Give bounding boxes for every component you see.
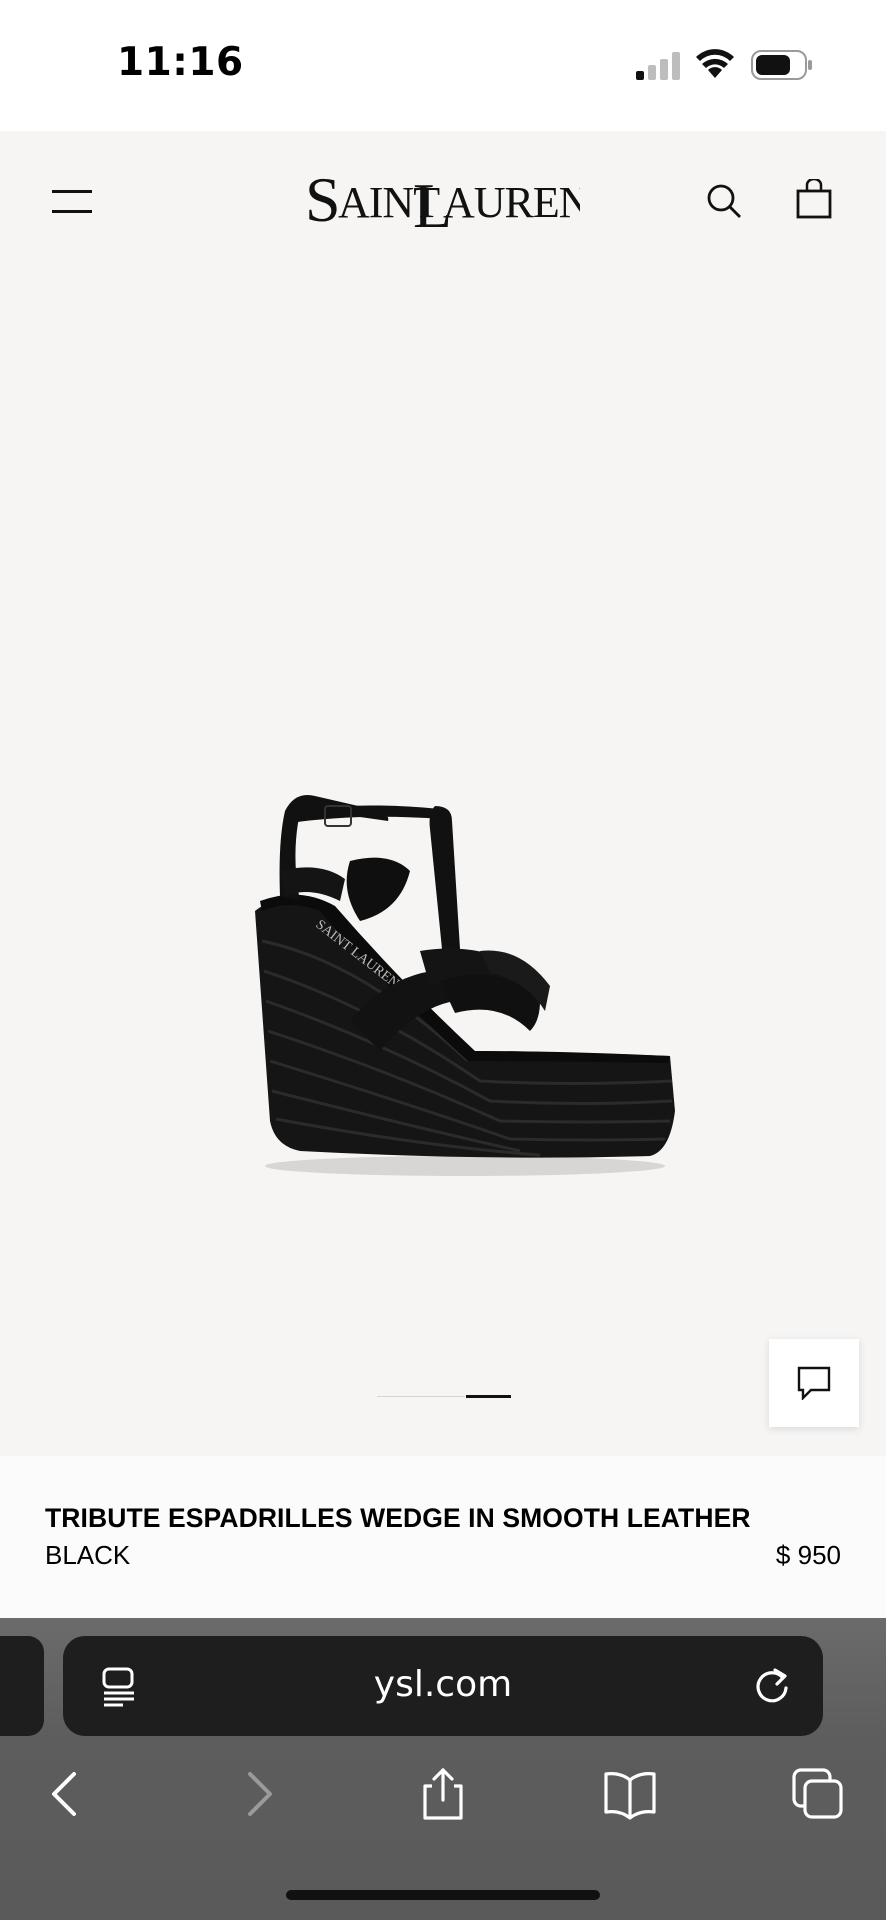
browser-toolbar: ysl.com [0,1618,886,1920]
image-pager[interactable] [377,1395,511,1398]
shopping-bag-icon[interactable] [796,179,832,219]
status-time: 11:16 [117,40,244,85]
product-info: TRIBUTE ESPADRILLES WEDGE IN SMOOTH LEAT… [0,1456,886,1618]
address-bar[interactable]: ysl.com [63,1636,823,1736]
home-indicator [286,1890,600,1900]
chat-bubble-icon [797,1366,831,1400]
tabs-icon[interactable] [790,1766,846,1822]
reload-icon[interactable] [753,1666,793,1706]
product-price: $ 950 [775,1540,841,1570]
previous-tab-preview[interactable] [0,1636,44,1736]
cellular-signal-icon [636,52,680,80]
forward-arrow-icon[interactable] [230,1766,286,1822]
share-icon[interactable] [415,1766,471,1822]
brand-logo[interactable]: S AINT L AURENT [305,163,618,241]
product-gallery[interactable]: SAINT LAURENT [0,271,886,1456]
status-bar: 11:16 [0,0,886,131]
wifi-icon [696,49,734,78]
chat-button[interactable] [769,1339,859,1427]
pager-slide-2-active[interactable] [466,1395,511,1398]
menu-icon[interactable] [52,186,92,216]
url-text[interactable]: ysl.com [63,1664,823,1705]
back-arrow-icon[interactable] [38,1766,94,1822]
bookmarks-icon[interactable] [602,1766,658,1822]
product-color: BLACK [45,1540,131,1570]
saint-laurent-logo-wordmark: S AINT L AURENT [305,164,618,241]
product-name: TRIBUTE ESPADRILLES WEDGE IN SMOOTH LEAT… [45,1503,751,1533]
site-header: S AINT L AURENT [0,131,886,271]
svg-text:S: S [305,164,341,233]
svg-text:AURENT: AURENT [443,178,580,227]
product-image-sandal[interactable]: SAINT LAURENT [240,751,680,1191]
search-icon[interactable] [704,181,744,221]
pager-slide-1[interactable] [377,1396,465,1397]
battery-icon [751,50,812,80]
